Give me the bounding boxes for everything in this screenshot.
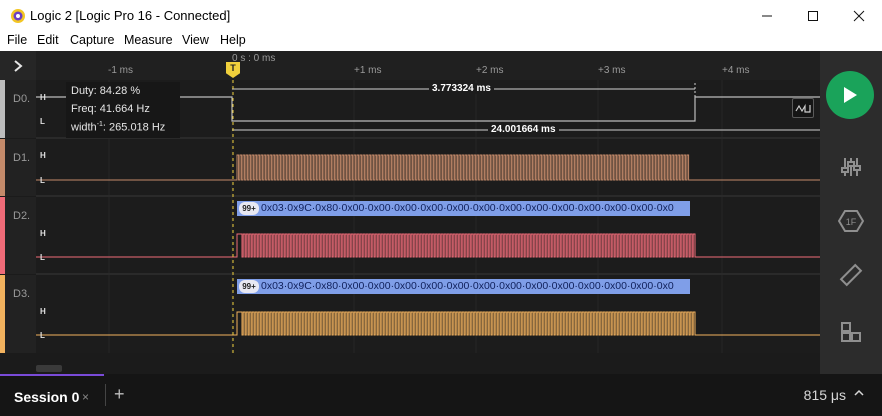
d1-waveform xyxy=(36,154,820,181)
capture-workspace: 0 s : 0 ms -1 ms +1 ms +2 ms +3 ms +4 ms… xyxy=(0,51,882,374)
decode-count-badge: 99+ xyxy=(239,202,259,215)
channel-header-d1[interactable]: D1. xyxy=(0,139,36,196)
ruler-tick: +3 ms xyxy=(598,65,626,76)
expand-panel-button[interactable] xyxy=(0,51,36,80)
extensions-button[interactable]: 1F xyxy=(836,206,866,236)
session-close-icon[interactable]: × xyxy=(82,390,89,404)
hexagon-icon: 1F xyxy=(838,210,864,232)
minimize-icon xyxy=(762,15,772,16)
width-value: : 265.018 Hz xyxy=(102,121,166,134)
waveform-measure-icon xyxy=(795,103,811,113)
decode-text: 0x03·0x9C·0x80·0x00·0x00·0x00·0x00·0x00·… xyxy=(261,202,674,214)
add-session-button[interactable]: + xyxy=(114,384,125,405)
play-icon xyxy=(844,87,857,103)
sliders-icon xyxy=(841,158,861,176)
scrollbar-thumb[interactable] xyxy=(36,365,62,372)
channel-color-bar xyxy=(0,197,5,274)
session-bar: Session 0 × + 815 μs xyxy=(0,374,882,416)
minimize-button[interactable] xyxy=(744,0,790,31)
menu-bar: File Edit Capture Measure View Help xyxy=(0,31,882,51)
channel-color-bar xyxy=(0,275,5,353)
ruler-tick: -1 ms xyxy=(108,65,133,76)
channel-name: D2. xyxy=(13,210,31,222)
level-high-label: H xyxy=(40,93,46,102)
duty-cycle-text: Duty: 84.28 % xyxy=(71,85,141,97)
chevron-up-icon[interactable] xyxy=(854,389,864,397)
chevron-right-icon xyxy=(14,59,23,72)
menu-help[interactable]: Help xyxy=(220,33,246,47)
session-tab-label: Session 0 xyxy=(14,389,80,405)
period-label: 24.001664 ms xyxy=(488,124,559,135)
measure-toggle-button[interactable] xyxy=(792,98,814,118)
ruler-tick: +1 ms xyxy=(354,65,382,76)
svg-text:1F: 1F xyxy=(846,217,857,227)
level-low-label: L xyxy=(40,176,45,185)
tab-divider xyxy=(105,384,106,406)
channel-name: D3. xyxy=(13,288,31,300)
decode-count-badge: 99+ xyxy=(239,280,259,293)
level-low-label: L xyxy=(40,117,45,126)
measure-button[interactable] xyxy=(836,260,866,290)
menu-view[interactable]: View xyxy=(182,33,209,47)
maximize-button[interactable] xyxy=(790,0,836,31)
ruler-icon xyxy=(839,263,863,287)
pulse-width-label: 3.773324 ms xyxy=(429,83,494,94)
level-high-label: H xyxy=(40,307,46,316)
time-readout[interactable]: 815 μs xyxy=(804,387,846,403)
channel-color-bar xyxy=(0,80,5,138)
menu-file[interactable]: File xyxy=(7,33,27,47)
title-bar: Logic 2 [Logic Pro 16 - Connected] xyxy=(0,0,882,31)
close-icon xyxy=(853,10,865,21)
channel-header-d0[interactable]: D0. xyxy=(0,80,36,138)
layout-button[interactable] xyxy=(836,317,866,347)
layout-icon xyxy=(841,322,861,342)
level-low-label: L xyxy=(40,253,45,262)
ruler-tick: +4 ms xyxy=(722,65,750,76)
channel-name: D1. xyxy=(13,152,31,164)
time-ruler[interactable]: 0 s : 0 ms -1 ms +1 ms +2 ms +3 ms +4 ms xyxy=(36,51,820,80)
level-low-label: L xyxy=(40,331,45,340)
close-button[interactable] xyxy=(836,0,882,31)
maximize-icon xyxy=(808,10,818,21)
menu-measure[interactable]: Measure xyxy=(124,33,173,47)
horizontal-scrollbar[interactable] xyxy=(36,363,820,374)
level-high-label: H xyxy=(40,229,46,238)
channel-header-d2[interactable]: D2. xyxy=(0,197,36,274)
channel-header-d3[interactable]: D3. xyxy=(0,275,36,353)
start-capture-button[interactable] xyxy=(826,71,874,119)
logic2-window: Logic 2 [Logic Pro 16 - Connected] File … xyxy=(0,0,882,416)
decode-text: 0x03·0x9C·0x80·0x00·0x00·0x00·0x00·0x00·… xyxy=(261,280,674,292)
d2-waveform xyxy=(36,233,820,258)
width-label: width xyxy=(71,121,97,134)
frequency-text: Freq: 41.664 Hz xyxy=(71,103,150,115)
menu-capture[interactable]: Capture xyxy=(70,33,114,47)
width-frequency-text: width-1: 265.018 Hz xyxy=(71,121,165,134)
d3-waveform xyxy=(36,311,820,336)
channel-name: D0. xyxy=(13,93,31,105)
channel-color-bar xyxy=(0,139,5,196)
app-logo-icon xyxy=(11,9,25,23)
menu-edit[interactable]: Edit xyxy=(37,33,59,47)
analyzers-button[interactable] xyxy=(836,152,866,182)
ruler-tick: +2 ms xyxy=(476,65,504,76)
session-tab[interactable]: Session 0 × xyxy=(0,374,104,416)
window-title: Logic 2 [Logic Pro 16 - Connected] xyxy=(30,8,231,23)
level-high-label: H xyxy=(40,151,46,160)
